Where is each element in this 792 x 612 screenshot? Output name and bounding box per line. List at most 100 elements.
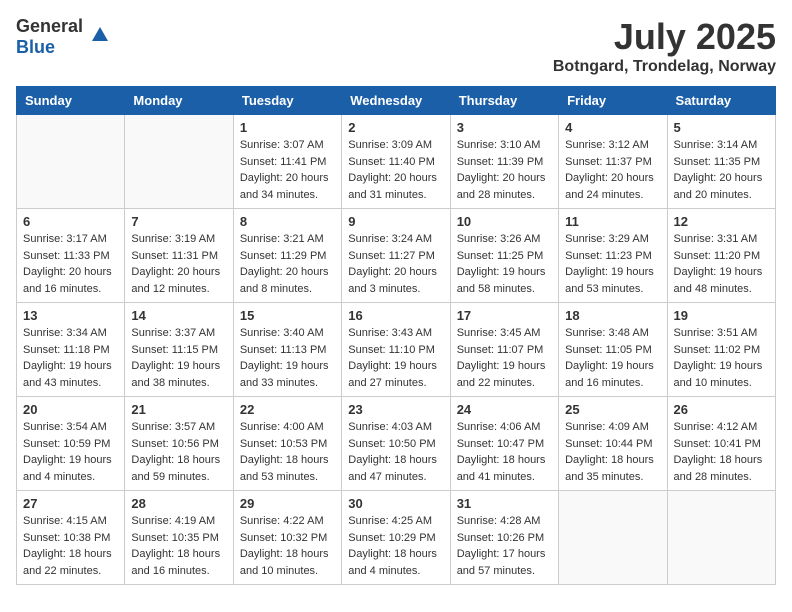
title-block: July 2025 Botngard, Trondelag, Norway [553,16,776,76]
calendar-cell [125,115,233,209]
calendar-cell: 18 Sunrise: 3:48 AM Sunset: 11:05 PM Dayl… [559,303,667,397]
day-info: Sunrise: 3:51 AM Sunset: 11:02 PM Daylig… [674,325,769,391]
day-info: Sunrise: 4:03 AM Sunset: 10:50 PM Daylig… [348,419,443,485]
calendar-week-row: 13 Sunrise: 3:34 AM Sunset: 11:18 PM Dayl… [17,303,776,397]
logo-triangle-icon [92,27,108,41]
day-info: Sunrise: 3:09 AM Sunset: 11:40 PM Daylig… [348,137,443,203]
day-number: 6 [23,214,118,229]
day-number: 15 [240,308,335,323]
day-number: 22 [240,402,335,417]
calendar-cell: 25Sunrise: 4:09 AM Sunset: 10:44 PM Dayl… [559,397,667,491]
day-number: 24 [457,402,552,417]
calendar-cell: 10 Sunrise: 3:26 AM Sunset: 11:25 PM Dayl… [450,209,558,303]
day-info: Sunrise: 4:28 AM Sunset: 10:26 PM Daylig… [457,513,552,579]
day-number: 23 [348,402,443,417]
day-info: Sunrise: 3:54 AM Sunset: 10:59 PM Daylig… [23,419,118,485]
calendar-cell: 6 Sunrise: 3:17 AM Sunset: 11:33 PM Dayli… [17,209,125,303]
calendar-cell: 13 Sunrise: 3:34 AM Sunset: 11:18 PM Dayl… [17,303,125,397]
day-number: 12 [674,214,769,229]
day-info: Sunrise: 4:06 AM Sunset: 10:47 PM Daylig… [457,419,552,485]
calendar-cell: 1 Sunrise: 3:07 AM Sunset: 11:41 PM Dayli… [233,115,341,209]
day-info: Sunrise: 4:19 AM Sunset: 10:35 PM Daylig… [131,513,226,579]
day-info: Sunrise: 3:12 AM Sunset: 11:37 PM Daylig… [565,137,660,203]
calendar-cell: 7Sunrise: 3:19 AM Sunset: 11:31 PM Dayli… [125,209,233,303]
day-number: 17 [457,308,552,323]
page-header: General Blue July 2025 Botngard, Trondel… [16,16,776,76]
day-info: Sunrise: 4:12 AM Sunset: 10:41 PM Daylig… [674,419,769,485]
day-number: 14 [131,308,226,323]
day-number: 29 [240,496,335,511]
day-number: 27 [23,496,118,511]
day-info: Sunrise: 4:25 AM Sunset: 10:29 PM Daylig… [348,513,443,579]
month-title: July 2025 [553,16,776,58]
day-number: 4 [565,120,660,135]
day-number: 18 [565,308,660,323]
day-number: 28 [131,496,226,511]
calendar-cell: 14 Sunrise: 3:37 AM Sunset: 11:15 PM Dayl… [125,303,233,397]
day-number: 13 [23,308,118,323]
day-number: 5 [674,120,769,135]
day-info: Sunrise: 3:26 AM Sunset: 11:25 PM Daylig… [457,231,552,297]
day-info: Sunrise: 3:29 AM Sunset: 11:23 PM Daylig… [565,231,660,297]
calendar-cell: 20 Sunrise: 3:54 AM Sunset: 10:59 PM Dayl… [17,397,125,491]
day-number: 30 [348,496,443,511]
calendar-cell [667,491,775,585]
calendar-cell: 11Sunrise: 3:29 AM Sunset: 11:23 PM Dayl… [559,209,667,303]
logo-blue: Blue [16,37,55,58]
calendar-cell: 29 Sunrise: 4:22 AM Sunset: 10:32 PM Dayl… [233,491,341,585]
calendar-cell: 8 Sunrise: 3:21 AM Sunset: 11:29 PM Dayli… [233,209,341,303]
calendar-cell: 4 Sunrise: 3:12 AM Sunset: 11:37 PM Dayli… [559,115,667,209]
calendar-week-row: 6 Sunrise: 3:17 AM Sunset: 11:33 PM Dayli… [17,209,776,303]
day-number: 16 [348,308,443,323]
day-info: Sunrise: 3:43 AM Sunset: 11:10 PM Daylig… [348,325,443,391]
day-number: 21 [131,402,226,417]
day-info: Sunrise: 4:22 AM Sunset: 10:32 PM Daylig… [240,513,335,579]
day-number: 1 [240,120,335,135]
day-info: Sunrise: 3:31 AM Sunset: 11:20 PM Daylig… [674,231,769,297]
day-number: 26 [674,402,769,417]
day-number: 2 [348,120,443,135]
weekday-header-row: SundayMondayTuesdayWednesdayThursdayFrid… [17,87,776,115]
day-info: Sunrise: 3:34 AM Sunset: 11:18 PM Daylig… [23,325,118,391]
calendar-cell: 15 Sunrise: 3:40 AM Sunset: 11:13 PM Dayl… [233,303,341,397]
day-info: Sunrise: 4:09 AM Sunset: 10:44 PM Daylig… [565,419,660,485]
day-info: Sunrise: 3:48 AM Sunset: 11:05 PM Daylig… [565,325,660,391]
day-number: 8 [240,214,335,229]
logo-general: General [16,16,83,37]
weekday-header-tuesday: Tuesday [233,87,341,115]
calendar-week-row: 27 Sunrise: 4:15 AM Sunset: 10:38 PM Dayl… [17,491,776,585]
day-info: Sunrise: 3:07 AM Sunset: 11:41 PM Daylig… [240,137,335,203]
calendar-cell: 5 Sunrise: 3:14 AM Sunset: 11:35 PM Dayli… [667,115,775,209]
location-title: Botngard, Trondelag, Norway [553,58,776,76]
calendar-cell [559,491,667,585]
day-number: 10 [457,214,552,229]
day-info: Sunrise: 3:10 AM Sunset: 11:39 PM Daylig… [457,137,552,203]
day-number: 3 [457,120,552,135]
day-info: Sunrise: 4:15 AM Sunset: 10:38 PM Daylig… [23,513,118,579]
calendar-cell: 23 Sunrise: 4:03 AM Sunset: 10:50 PM Dayl… [342,397,450,491]
weekday-header-sunday: Sunday [17,87,125,115]
calendar-cell: 16 Sunrise: 3:43 AM Sunset: 11:10 PM Dayl… [342,303,450,397]
day-info: Sunrise: 3:14 AM Sunset: 11:35 PM Daylig… [674,137,769,203]
day-info: Sunrise: 3:37 AM Sunset: 11:15 PM Daylig… [131,325,226,391]
calendar-cell: 3 Sunrise: 3:10 AM Sunset: 11:39 PM Dayli… [450,115,558,209]
calendar-cell: 26 Sunrise: 4:12 AM Sunset: 10:41 PM Dayl… [667,397,775,491]
weekday-header-saturday: Saturday [667,87,775,115]
logo: General Blue [16,16,92,58]
day-info: Sunrise: 4:00 AM Sunset: 10:53 PM Daylig… [240,419,335,485]
calendar-cell: 24 Sunrise: 4:06 AM Sunset: 10:47 PM Dayl… [450,397,558,491]
day-info: Sunrise: 3:21 AM Sunset: 11:29 PM Daylig… [240,231,335,297]
calendar-cell: 17Sunrise: 3:45 AM Sunset: 11:07 PM Dayl… [450,303,558,397]
calendar-cell: 22 Sunrise: 4:00 AM Sunset: 10:53 PM Dayl… [233,397,341,491]
day-number: 20 [23,402,118,417]
weekday-header-thursday: Thursday [450,87,558,115]
day-info: Sunrise: 3:17 AM Sunset: 11:33 PM Daylig… [23,231,118,297]
weekday-header-friday: Friday [559,87,667,115]
weekday-header-wednesday: Wednesday [342,87,450,115]
day-number: 9 [348,214,443,229]
day-info: Sunrise: 3:40 AM Sunset: 11:13 PM Daylig… [240,325,335,391]
calendar-cell: 21Sunrise: 3:57 AM Sunset: 10:56 PM Dayl… [125,397,233,491]
weekday-header-monday: Monday [125,87,233,115]
day-number: 19 [674,308,769,323]
calendar-cell: 12 Sunrise: 3:31 AM Sunset: 11:20 PM Dayl… [667,209,775,303]
